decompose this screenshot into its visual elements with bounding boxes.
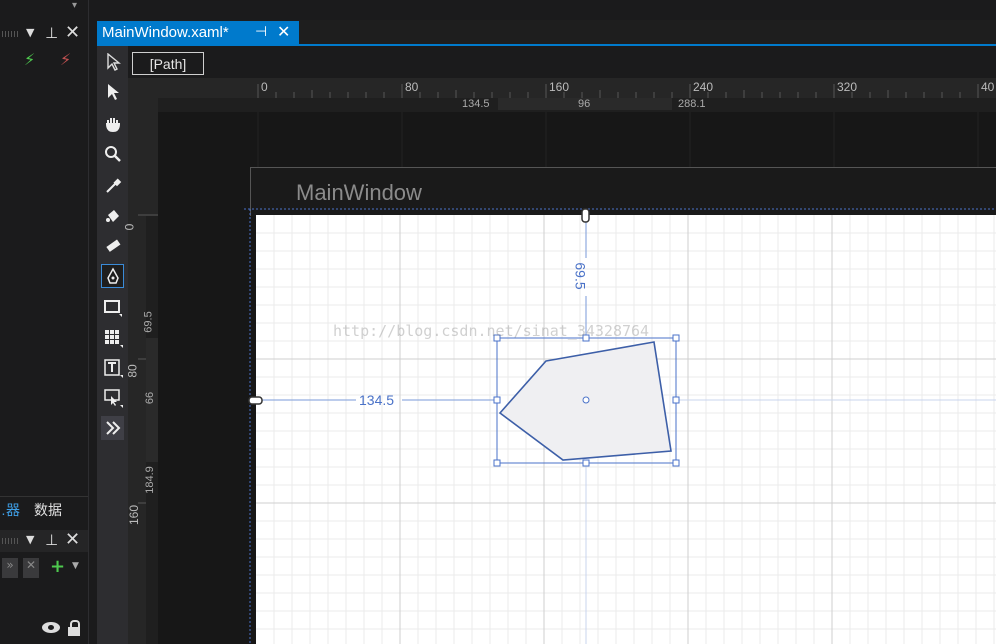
left-margin-label: 134.5 — [359, 392, 395, 408]
resize-handle-s[interactable] — [582, 459, 590, 467]
watermark-text: http://blog.csdn.net/sinat_34328764 — [333, 322, 650, 340]
resize-handle-se[interactable] — [672, 459, 680, 467]
resize-handle-e[interactable] — [672, 396, 680, 404]
resize-handle-sw[interactable] — [493, 459, 501, 467]
resize-handle-ne[interactable] — [672, 334, 680, 342]
top-margin-label: 69.5 — [572, 262, 589, 290]
resize-handle-w[interactable] — [493, 396, 501, 404]
link-icon[interactable] — [581, 208, 590, 223]
link-icon[interactable] — [248, 396, 263, 405]
center-point[interactable] — [582, 396, 590, 404]
